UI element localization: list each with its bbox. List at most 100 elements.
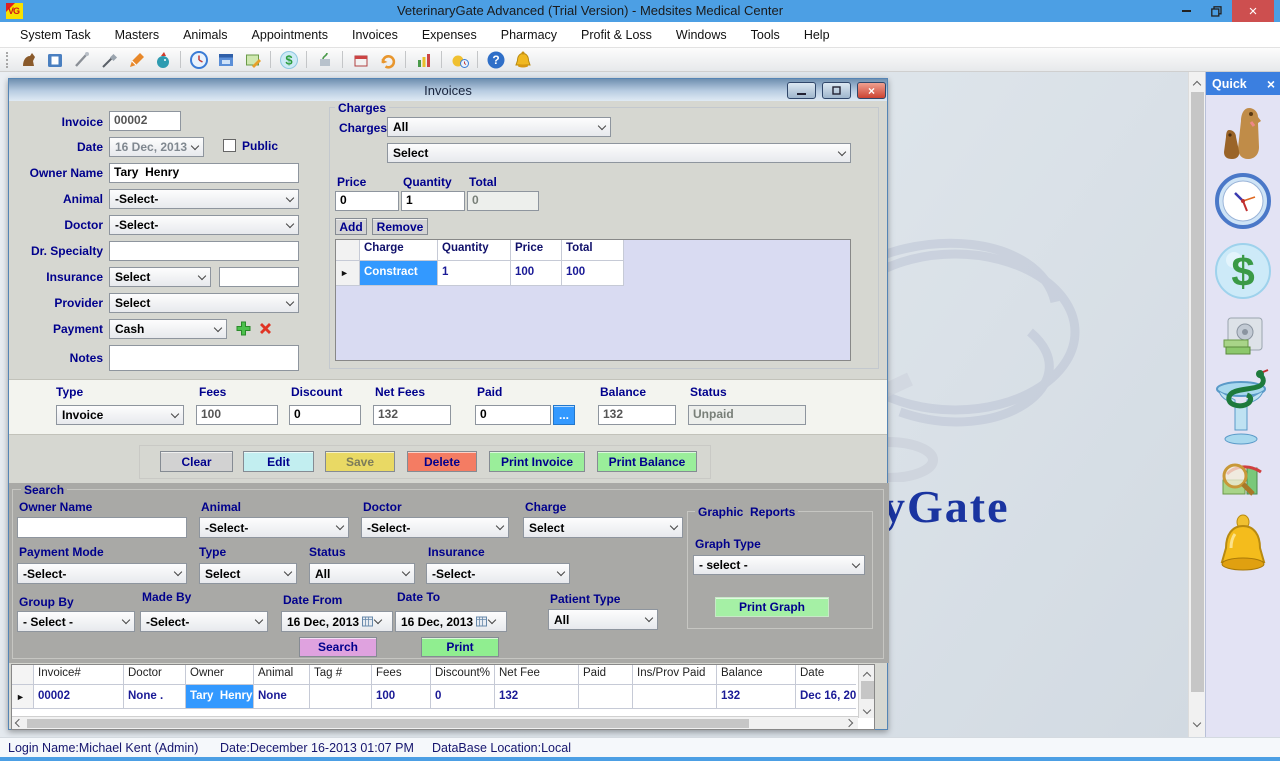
child-close-button[interactable]: × [857, 82, 886, 99]
doctor-combobox[interactable]: -Select- [109, 215, 299, 235]
fees-cell[interactable]: 100 [372, 685, 431, 709]
menu-appointments[interactable]: Appointments [240, 22, 340, 48]
date-to-picker[interactable]: 16 Dec, 2013 [395, 611, 507, 632]
type-combobox[interactable]: Invoice [56, 405, 184, 425]
help-icon[interactable]: ? [485, 49, 506, 70]
date-from-picker[interactable]: 16 Dec, 2013 [281, 611, 393, 632]
edit-button[interactable]: Edit [243, 451, 314, 472]
pen-icon[interactable] [125, 49, 146, 70]
paid-field[interactable]: 0 [475, 405, 551, 425]
alarm-icon[interactable] [449, 49, 470, 70]
scroll-down-icon[interactable] [863, 706, 871, 714]
provider-combobox[interactable]: Select [109, 293, 299, 313]
search-button[interactable]: Search [299, 637, 377, 657]
menu-help[interactable]: Help [792, 22, 842, 48]
pharmacy-icon[interactable] [1215, 367, 1271, 452]
results-grid-row[interactable]: ► 00002 None . Tary Henry None 100 0 132… [12, 685, 874, 709]
made-by-combobox[interactable]: -Select- [140, 611, 268, 632]
search-status-combobox[interactable]: All [309, 563, 415, 584]
charges-filter-combobox[interactable]: All [387, 117, 611, 137]
expenses-cashbox-icon[interactable] [1220, 314, 1266, 365]
animals-quick-icon[interactable] [1217, 102, 1269, 167]
animal-cell[interactable]: None [254, 685, 310, 709]
dr-specialty-field[interactable] [109, 241, 299, 261]
column-header[interactable]: Animal [254, 665, 310, 685]
quantity-cell[interactable]: 1 [438, 261, 511, 286]
owner-name-field[interactable]: Tary Henry [109, 163, 299, 183]
tag-cell[interactable] [310, 685, 372, 709]
menu-tools[interactable]: Tools [739, 22, 792, 48]
public-checkbox[interactable] [223, 139, 236, 152]
menu-expenses[interactable]: Expenses [410, 22, 489, 48]
dog-icon[interactable] [17, 49, 38, 70]
column-header[interactable]: Paid [579, 665, 633, 685]
menu-profit-loss[interactable]: Profit & Loss [569, 22, 664, 48]
column-header[interactable]: Fees [372, 665, 431, 685]
scroll-up-icon[interactable] [863, 672, 871, 680]
column-header[interactable]: Net Fee [495, 665, 579, 685]
grid-vertical-scrollbar[interactable] [858, 665, 875, 718]
menu-system-task[interactable]: System Task [8, 22, 103, 48]
child-minimize-button[interactable] [787, 82, 816, 99]
column-header[interactable]: Price [511, 240, 562, 261]
supply-box-icon[interactable] [350, 49, 371, 70]
scroll-down-icon[interactable] [1193, 719, 1201, 727]
reminder-bell-icon[interactable] [1219, 512, 1267, 583]
search-insurance-combobox[interactable]: -Select- [426, 563, 570, 584]
remove-charge-button[interactable]: Remove [372, 218, 428, 235]
column-header[interactable]: Charge [360, 240, 438, 261]
menu-animals[interactable]: Animals [171, 22, 239, 48]
payment-combobox[interactable]: Cash [109, 319, 227, 339]
delete-payment-icon[interactable] [257, 320, 274, 337]
chart-icon[interactable] [413, 49, 434, 70]
close-button[interactable]: × [1232, 0, 1274, 22]
column-header[interactable]: Ins/Prov Paid [633, 665, 717, 685]
price-cell[interactable]: 100 [511, 261, 562, 286]
scroll-right-icon[interactable] [845, 719, 853, 727]
fees-field[interactable]: 100 [196, 405, 278, 425]
charge-cell[interactable]: Constract [360, 261, 438, 286]
invoices-window-titlebar[interactable]: Invoices [9, 79, 887, 101]
column-header[interactable]: Quantity [438, 240, 511, 261]
total-cell[interactable]: 100 [562, 261, 624, 286]
scroll-left-icon[interactable] [15, 719, 23, 727]
patient-type-combobox[interactable]: All [548, 609, 658, 630]
mdi-vertical-scrollbar[interactable] [1188, 72, 1205, 737]
paid-cell[interactable] [579, 685, 633, 709]
print-balance-button[interactable]: Print Balance [597, 451, 697, 472]
insurance-combobox[interactable]: Select [109, 267, 211, 287]
column-header[interactable]: Tag # [310, 665, 372, 685]
menu-windows[interactable]: Windows [664, 22, 739, 48]
invoice-number-cell[interactable]: 00002 [34, 685, 124, 709]
quick-close-icon[interactable]: × [1267, 76, 1275, 92]
reports-search-icon[interactable] [1217, 454, 1269, 511]
search-owner-field[interactable] [17, 517, 187, 538]
scroll-up-icon[interactable] [1193, 81, 1201, 89]
delete-button[interactable]: Delete [407, 451, 477, 472]
doctor-cell[interactable]: None . [124, 685, 186, 709]
clock-icon[interactable] [188, 49, 209, 70]
minimize-button[interactable] [1172, 0, 1200, 22]
payment-mode-combobox[interactable]: -Select- [17, 563, 187, 584]
charge-total-field[interactable]: 0 [467, 191, 539, 211]
date-cell[interactable]: Dec 16, 20 [796, 685, 856, 709]
charges-grid-row[interactable]: ► Constract 1 100 100 [336, 261, 850, 286]
mdi-scrollbar-thumb[interactable] [1191, 92, 1204, 692]
balance-field[interactable]: 132 [598, 405, 676, 425]
menu-masters[interactable]: Masters [103, 22, 171, 48]
search-charge-combobox[interactable]: Select [523, 517, 683, 538]
clear-button[interactable]: Clear [160, 451, 233, 472]
add-charge-button[interactable]: Add [335, 218, 367, 235]
column-header[interactable]: Total [562, 240, 624, 261]
grid-hscrollbar-thumb[interactable] [27, 719, 749, 728]
menu-pharmacy[interactable]: Pharmacy [489, 22, 569, 48]
owner-cell[interactable]: Tary Henry [186, 685, 254, 709]
add-payment-icon[interactable] [235, 320, 252, 337]
dollar-globe-icon[interactable]: $ [278, 49, 299, 70]
price-field[interactable]: 0 [335, 191, 399, 211]
column-header[interactable]: Invoice# [34, 665, 124, 685]
date-combobox[interactable]: 16 Dec, 2013 [109, 137, 204, 157]
invoice-number-field[interactable]: 00002 [109, 111, 181, 131]
appointments-clock-icon[interactable] [1214, 172, 1272, 235]
column-header[interactable]: Discount% [431, 665, 495, 685]
